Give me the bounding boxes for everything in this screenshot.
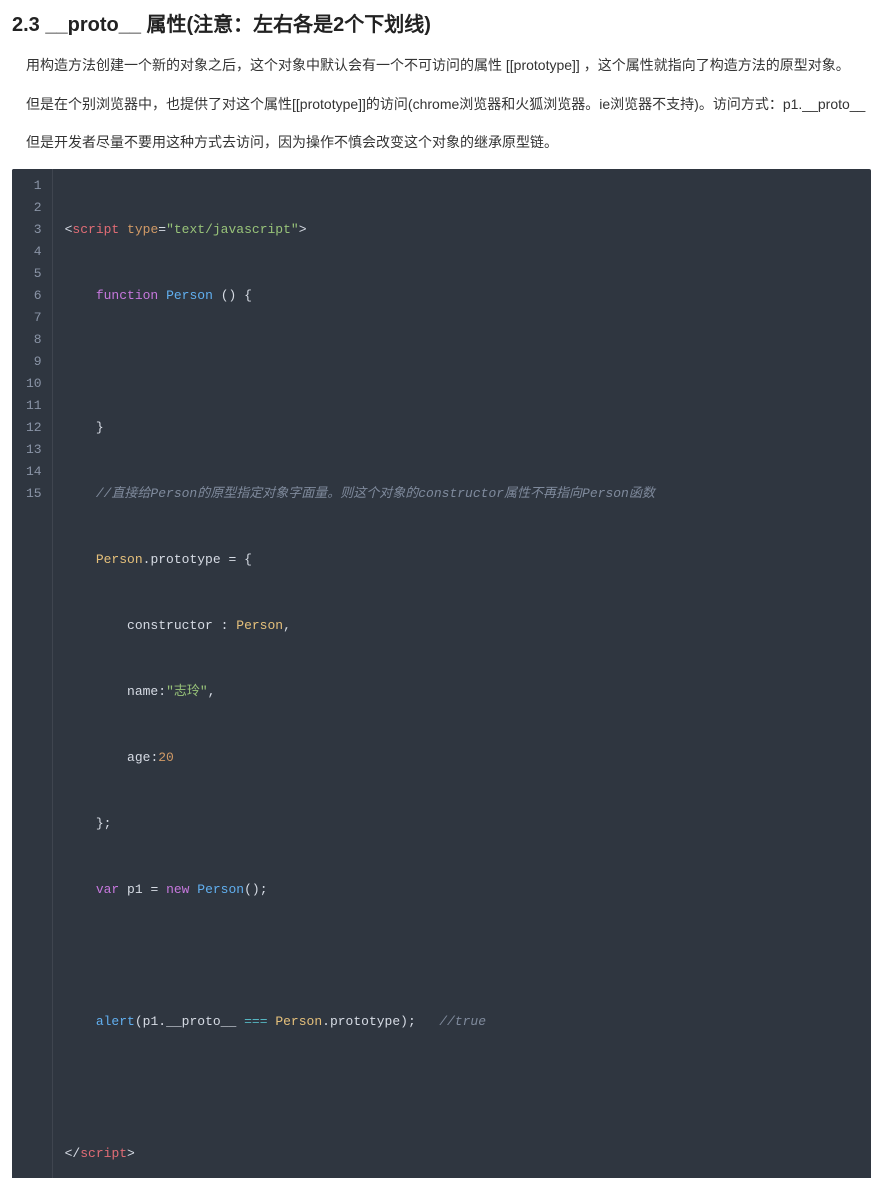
code-line <box>65 945 655 967</box>
line-number: 10 <box>26 373 42 395</box>
paragraph-3: 但是开发者尽量不要用这种方式去访问，因为操作不慎会改变这个对象的继承原型链。 <box>12 130 871 155</box>
code-line: //直接给Person的原型指定对象字面量。则这个对象的constructor属… <box>65 483 655 505</box>
code-line: }; <box>65 813 655 835</box>
code-line: name:"志玲", <box>65 681 655 703</box>
line-number: 6 <box>26 285 42 307</box>
line-number: 2 <box>26 197 42 219</box>
code-content: <script type="text/javascript"> function… <box>53 169 667 1178</box>
code-line: age:20 <box>65 747 655 769</box>
code-line: alert(p1.__proto__ === Person.prototype)… <box>65 1011 655 1033</box>
line-number: 4 <box>26 241 42 263</box>
paragraph-1: 用构造方法创建一个新的对象之后，这个对象中默认会有一个不可访问的属性 [[pro… <box>12 53 871 78</box>
code-block: 1 2 3 4 5 6 7 8 9 10 11 12 13 14 15 <scr… <box>12 169 871 1178</box>
line-number: 14 <box>26 461 42 483</box>
line-number: 8 <box>26 329 42 351</box>
section-heading: 2.3 __proto__ 属性(注意：左右各是2个下划线) <box>12 8 871 37</box>
code-line: Person.prototype = { <box>65 549 655 571</box>
line-number: 9 <box>26 351 42 373</box>
code-line: constructor : Person, <box>65 615 655 637</box>
code-line <box>65 351 655 373</box>
line-number: 13 <box>26 439 42 461</box>
code-line <box>65 1077 655 1099</box>
code-line: function Person () { <box>65 285 655 307</box>
paragraph-2: 但是在个别浏览器中，也提供了对这个属性[[prototype]]的访问(chro… <box>12 92 871 117</box>
code-line: } <box>65 417 655 439</box>
code-line: <script type="text/javascript"> <box>65 219 655 241</box>
line-number: 7 <box>26 307 42 329</box>
line-number: 3 <box>26 219 42 241</box>
line-number: 5 <box>26 263 42 285</box>
code-line: var p1 = new Person(); <box>65 879 655 901</box>
line-number: 11 <box>26 395 42 417</box>
line-number: 1 <box>26 175 42 197</box>
line-number: 15 <box>26 483 42 505</box>
code-line: </script> <box>65 1143 655 1165</box>
code-gutter: 1 2 3 4 5 6 7 8 9 10 11 12 13 14 15 <box>12 169 53 1178</box>
line-number: 12 <box>26 417 42 439</box>
